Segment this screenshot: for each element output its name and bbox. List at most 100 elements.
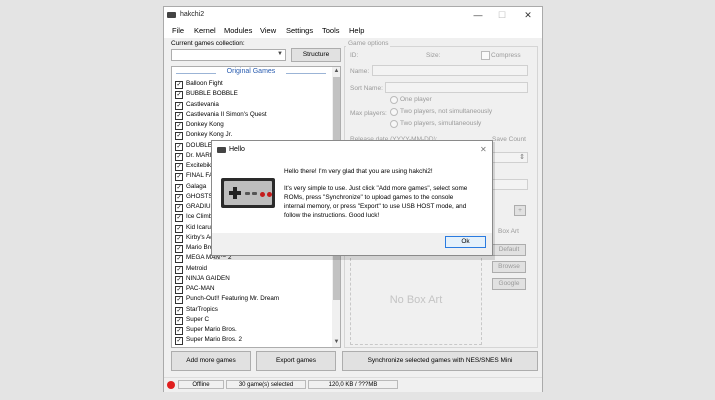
offline-status-icon [167, 381, 175, 389]
menu-tools[interactable]: Tools [322, 26, 340, 35]
compress-checkbox[interactable] [481, 51, 490, 60]
add-option-button[interactable]: + [514, 205, 526, 216]
game-checkbox[interactable]: ✓ [175, 204, 183, 212]
game-checkbox[interactable]: ✓ [175, 255, 183, 264]
game-checkbox[interactable]: ✓ [175, 316, 183, 325]
name-field[interactable] [372, 65, 528, 76]
sort-name-label: Sort Name: [350, 85, 383, 92]
game-list-item[interactable]: ✓ PAC-MAN [175, 284, 330, 294]
game-list-item[interactable]: ✓ Balloon Fight [175, 79, 330, 89]
close-button[interactable]: ✕ [516, 8, 540, 22]
game-list-item[interactable]: ✓ Punch-Out!! Featuring Mr. Dream [175, 294, 330, 305]
save-count-stepper[interactable]: ⇕ [490, 152, 528, 163]
game-checkbox[interactable]: ✓ [175, 286, 183, 294]
game-checkbox[interactable]: ✓ [175, 142, 183, 151]
menu-settings[interactable]: Settings [286, 26, 313, 35]
game-checkbox[interactable]: ✓ [175, 81, 183, 89]
game-checkbox[interactable]: ✓ [175, 245, 183, 253]
structure-button[interactable]: Structure [291, 48, 341, 62]
app-icon [167, 12, 176, 18]
dialog-line-4: internal memory, or press "Export" to us… [284, 203, 467, 210]
radio-two-sim-label: Two players, simultaneously [400, 120, 482, 127]
dialog-close-button[interactable]: ✕ [480, 145, 487, 154]
game-checkbox[interactable]: ✓ [175, 234, 183, 243]
menu-bar: File Kernel Modules View Settings Tools … [164, 24, 542, 38]
game-title: PAC-MAN [186, 285, 215, 292]
menu-file[interactable]: File [172, 26, 184, 35]
add-more-games-button[interactable]: Add more games [171, 351, 251, 371]
title-bar: hakchi2 — ☐ ✕ [164, 7, 542, 24]
game-checkbox[interactable]: ✓ [175, 111, 183, 120]
game-checkbox[interactable]: ✓ [175, 296, 183, 305]
game-checkbox[interactable]: ✓ [175, 275, 183, 284]
game-list-item[interactable]: ✓ NINJA GAIDEN [175, 274, 330, 284]
game-checkbox[interactable]: ✓ [175, 224, 183, 233]
game-checkbox[interactable]: ✓ [175, 122, 183, 130]
dialog-line-1: Hello there! I'm very glad that you are … [284, 168, 433, 175]
dialog-line-3: ROMs, press "Synchronize" to upload game… [284, 194, 454, 201]
game-list-item[interactable]: ✓ Super C [175, 315, 330, 325]
chevron-down-icon: ▼ [277, 51, 283, 57]
header-divider [286, 73, 326, 74]
game-title: Galaga [186, 182, 207, 190]
game-list-item[interactable]: ✓ Donkey Kong Jr. [175, 130, 330, 141]
game-title: Donkey Kong [186, 121, 224, 128]
menu-kernel[interactable]: Kernel [194, 26, 216, 35]
default-button[interactable]: Default [492, 244, 526, 256]
radio-two-not-sim[interactable] [390, 108, 398, 116]
extra-field[interactable] [490, 179, 528, 190]
game-list-item[interactable]: ✓ StarTropics [175, 305, 330, 315]
scroll-down-icon[interactable]: ▼ [332, 338, 340, 347]
max-players-label: Max players: [350, 110, 387, 117]
game-list-item[interactable]: ✓ Metroid [175, 264, 330, 274]
game-list-item[interactable]: ✓ Castlevania [175, 100, 330, 110]
game-checkbox[interactable]: ✓ [175, 265, 183, 274]
export-games-button[interactable]: Export games [256, 351, 336, 371]
game-list-item[interactable]: ✓ Castlevania II Simon's Quest [175, 110, 330, 120]
dialog-line-5: follow the instructions. Good luck! [284, 212, 380, 219]
maximize-button[interactable]: ☐ [490, 8, 514, 22]
storage-size: 120,0 KB / ???MB [308, 380, 398, 389]
radio-one-player[interactable] [390, 96, 398, 104]
sort-name-field[interactable] [385, 82, 528, 93]
menu-modules[interactable]: Modules [224, 26, 252, 35]
game-checkbox[interactable]: ✓ [175, 306, 183, 315]
game-checkbox[interactable]: ✓ [175, 193, 183, 202]
nes-controller-icon [221, 178, 275, 208]
game-title: Castlevania II Simon's Quest [186, 110, 267, 118]
game-title: BUBBLE BOBBLE [186, 90, 238, 98]
ok-button[interactable]: Ok [445, 236, 486, 248]
game-checkbox[interactable]: ✓ [175, 152, 183, 161]
collection-combo[interactable]: ▼ [171, 49, 286, 61]
game-checkbox[interactable]: ✓ [175, 132, 183, 141]
menu-view[interactable]: View [260, 26, 276, 35]
game-checkbox[interactable]: ✓ [175, 163, 183, 171]
browse-button[interactable]: Browse [492, 261, 526, 273]
google-button[interactable]: Google [492, 278, 526, 290]
game-title: Donkey Kong Jr. [186, 131, 233, 139]
radio-one-label: One player [400, 96, 432, 103]
game-title: Super C [186, 315, 210, 323]
radio-two-sim[interactable] [390, 120, 398, 128]
game-title: Super Mario Bros. 2 [186, 336, 242, 344]
minimize-button[interactable]: — [466, 8, 490, 22]
game-checkbox[interactable]: ✓ [175, 101, 183, 110]
synchronize-button[interactable]: Synchronize selected games with NES/SNES… [342, 351, 538, 371]
game-checkbox[interactable]: ✓ [175, 337, 183, 346]
game-checkbox[interactable]: ✓ [175, 91, 183, 100]
game-checkbox[interactable]: ✓ [175, 327, 183, 335]
game-checkbox[interactable]: ✓ [175, 214, 183, 223]
selected-count: 30 game(s) selected [226, 380, 306, 389]
game-list-item[interactable]: ✓ Donkey Kong [175, 120, 330, 130]
game-list-item[interactable]: ✓ BUBBLE BOBBLE [175, 89, 330, 100]
scroll-up-icon[interactable]: ▲ [332, 67, 340, 76]
menu-help[interactable]: Help [349, 26, 364, 35]
id-label: ID: [350, 52, 359, 59]
dialog-line-2: It's very simple to use. Just click "Add… [284, 185, 468, 192]
game-checkbox[interactable]: ✓ [175, 173, 183, 182]
game-options-legend: Game options [346, 40, 391, 47]
game-checkbox[interactable]: ✓ [175, 183, 183, 192]
game-list-item[interactable]: ✓ Super Mario Bros. 2 [175, 335, 330, 346]
game-list-item[interactable]: ✓ Super Mario Bros. [175, 325, 330, 335]
dialog-title: Hello [229, 146, 245, 153]
